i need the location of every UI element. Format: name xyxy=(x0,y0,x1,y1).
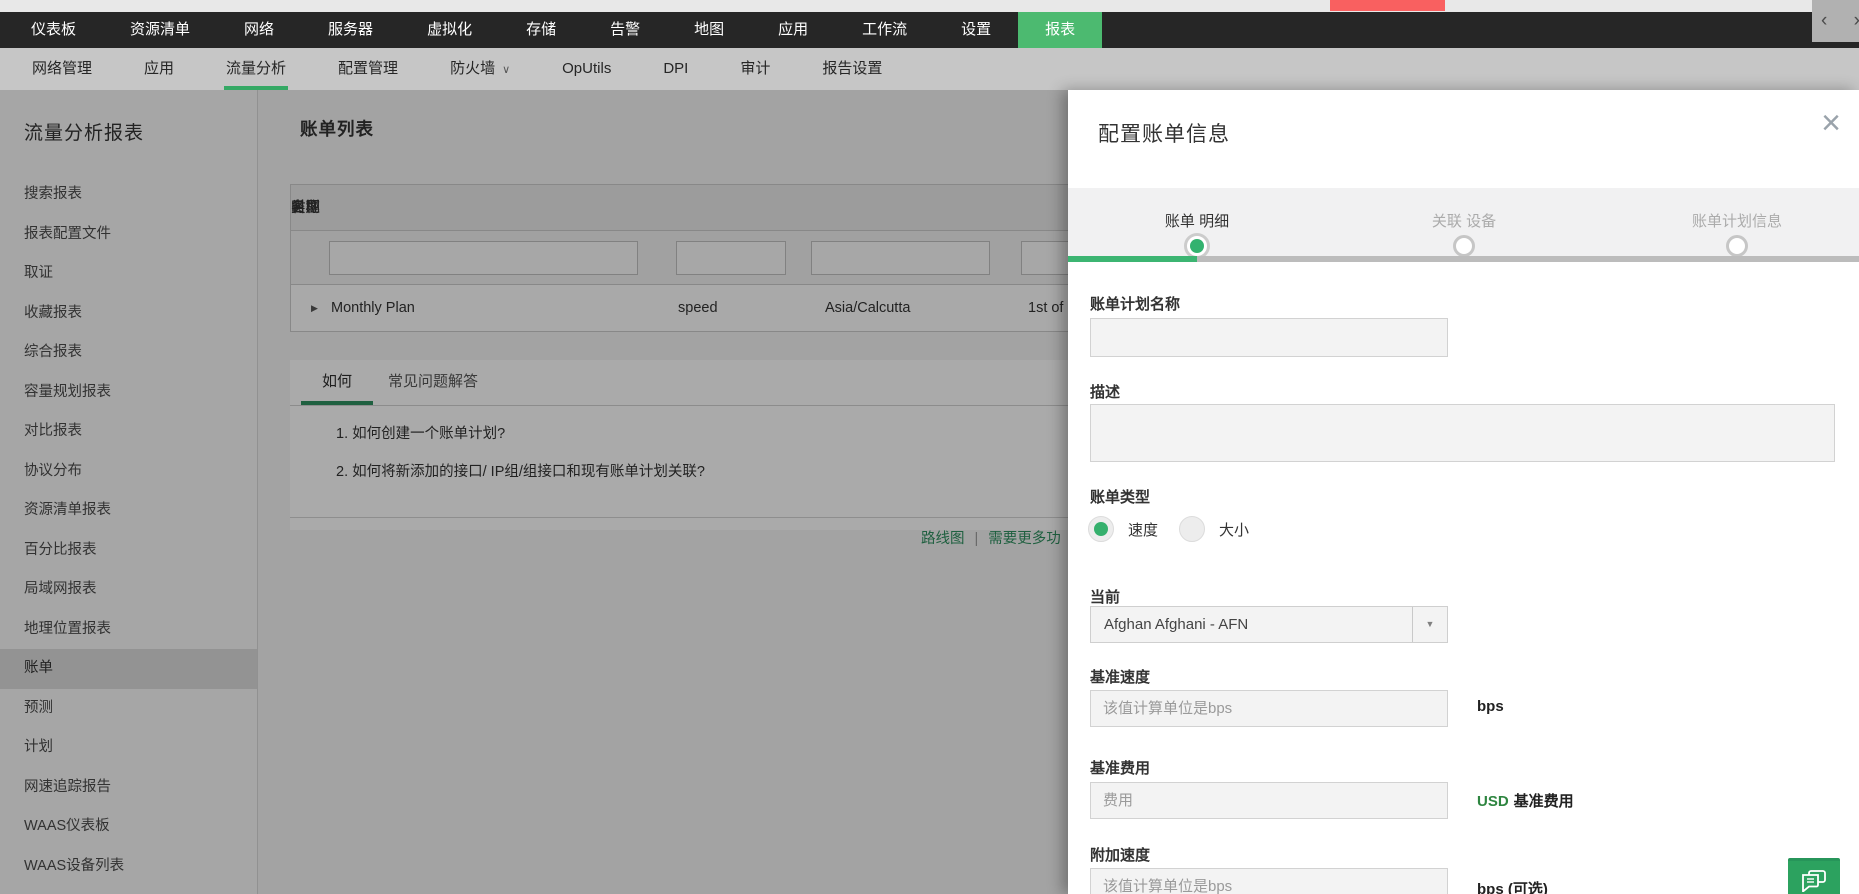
sub-nav-item[interactable]: DPI∨ xyxy=(637,48,714,90)
top-nav-item[interactable]: 报表 xyxy=(1018,12,1103,48)
browser-top-strip xyxy=(0,0,1859,12)
notification-red-bar xyxy=(1330,0,1445,11)
stepper-step-dot xyxy=(1453,235,1475,257)
bill-type-radio-group: 速度 大小 xyxy=(1088,516,1270,542)
base-speed-label: 基准速度 xyxy=(1090,669,1151,686)
extra-speed-unit: bps (可选) xyxy=(1477,878,1548,894)
sub-nav-item[interactable]: 防火墙 ∨ xyxy=(424,48,536,90)
drawer-title: 配置账单信息 xyxy=(1098,123,1230,146)
radio-label: 速度 xyxy=(1128,521,1159,539)
sub-nav-item-label: 网络管理 xyxy=(32,60,93,77)
base-speed-input[interactable] xyxy=(1090,690,1448,727)
base-speed-unit: bps xyxy=(1477,698,1504,715)
description-textarea[interactable] xyxy=(1090,404,1835,462)
top-nav-item[interactable]: 工作流 xyxy=(835,12,934,48)
chat-bubbles-icon xyxy=(1802,870,1826,892)
currency-select-value: Afghan Afghani - AFN xyxy=(1104,616,1249,633)
radio-label: 大小 xyxy=(1219,521,1250,539)
sub-nav-item[interactable]: OpUtils∨ xyxy=(536,48,637,90)
modal-overlay[interactable] xyxy=(0,90,1068,894)
top-nav-item[interactable]: 服务器 xyxy=(301,12,400,48)
stepper-step-dot xyxy=(1726,235,1748,257)
radio-option[interactable]: 速度 xyxy=(1088,516,1158,542)
sub-nav-item-label: DPI xyxy=(663,60,689,77)
radio-icon[interactable] xyxy=(1179,516,1206,542)
sub-nav-item-label: 防火墙 xyxy=(450,60,496,77)
plan-name-input[interactable] xyxy=(1090,318,1448,357)
base-cost-currency: USD xyxy=(1477,793,1509,810)
stepper-step-label: 账单计划信息 xyxy=(1691,213,1783,230)
top-nav-item[interactable]: 网络 xyxy=(217,12,301,48)
scroll-left-icon[interactable]: ‹ xyxy=(1821,0,1827,42)
caret-down-icon[interactable]: ▼ xyxy=(1412,607,1447,642)
stepper: 账单 明细 关联 设备 账单计划信息 xyxy=(1068,188,1859,288)
stepper-step-label: 账单 明细 xyxy=(1164,213,1230,230)
extra-speed-unit-text: bps (可选) xyxy=(1477,881,1548,894)
base-cost-unit: USD 基准费用 xyxy=(1477,790,1574,811)
top-nav-item[interactable]: 设置 xyxy=(934,12,1018,48)
stepper-track xyxy=(1068,256,1859,262)
bill-type-label: 账单类型 xyxy=(1090,489,1151,506)
stepper-step-label: 关联 设备 xyxy=(1431,213,1497,230)
feedback-chat-button[interactable] xyxy=(1788,858,1840,894)
currency-label: 当前 xyxy=(1090,589,1121,606)
scroll-right-icon[interactable]: › xyxy=(1854,0,1859,42)
top-nav-item[interactable]: 虚拟化 xyxy=(400,12,499,48)
sub-nav-item[interactable]: 流量分析∨ xyxy=(200,48,312,90)
extra-speed-label: 附加速度 xyxy=(1090,847,1151,864)
close-icon[interactable]: × xyxy=(1815,106,1847,140)
description-label: 描述 xyxy=(1090,384,1121,401)
sub-nav-item[interactable]: 应用∨ xyxy=(118,48,200,90)
sub-nav-item-label: 应用 xyxy=(144,60,175,77)
stepper-track-progress xyxy=(1068,256,1197,262)
chevron-down-icon: ∨ xyxy=(502,64,511,76)
billing-config-drawer: 配置账单信息 × 账单 明细 关联 设备 账单计划信息 账单计划名称 描述 账单… xyxy=(1068,90,1859,894)
extra-speed-input[interactable] xyxy=(1090,868,1448,894)
base-cost-unit-text: 基准费用 xyxy=(1513,793,1574,810)
plan-name-label: 账单计划名称 xyxy=(1090,296,1181,313)
radio-option[interactable]: 大小 xyxy=(1179,516,1249,542)
top-nav-item[interactable]: 仪表板 xyxy=(4,12,103,48)
sub-nav-item[interactable]: 报告设置∨ xyxy=(796,48,908,90)
sub-nav-scroll-arrows: ‹ › xyxy=(1812,0,1859,42)
sub-nav-item[interactable]: 审计∨ xyxy=(714,48,796,90)
base-cost-label: 基准费用 xyxy=(1090,760,1151,777)
top-nav-item[interactable]: 存储 xyxy=(499,12,583,48)
sub-nav-item[interactable]: 配置管理∨ xyxy=(312,48,424,90)
sub-nav: 网络管理∨ 应用∨ 流量分析∨ 配置管理∨ 防火墙 ∨ OpUtils∨ DPI∨… xyxy=(0,48,1859,90)
sub-nav-item-label: OpUtils xyxy=(562,60,612,77)
top-nav-item[interactable]: 地图 xyxy=(667,12,751,48)
top-nav-item[interactable]: 应用 xyxy=(751,12,835,48)
sub-nav-item-label: 流量分析 xyxy=(226,60,287,77)
sub-nav-item-label: 配置管理 xyxy=(338,60,399,77)
radio-icon[interactable] xyxy=(1088,516,1114,542)
sub-nav-item-label: 审计 xyxy=(740,60,771,77)
base-speed-unit-text: bps xyxy=(1477,698,1504,715)
sub-nav-item-label: 报告设置 xyxy=(822,60,883,77)
currency-select[interactable]: Afghan Afghani - AFN ▼ xyxy=(1090,606,1448,643)
top-nav-item[interactable]: 资源清单 xyxy=(103,12,217,48)
base-cost-input[interactable] xyxy=(1090,782,1448,819)
top-nav: 仪表板 资源清单 网络 服务器 虚拟化 存储 告警 地图 应用 工作流 设置 报表 xyxy=(0,12,1859,48)
sub-nav-item[interactable]: 网络管理∨ xyxy=(6,48,118,90)
top-nav-item[interactable]: 告警 xyxy=(583,12,667,48)
